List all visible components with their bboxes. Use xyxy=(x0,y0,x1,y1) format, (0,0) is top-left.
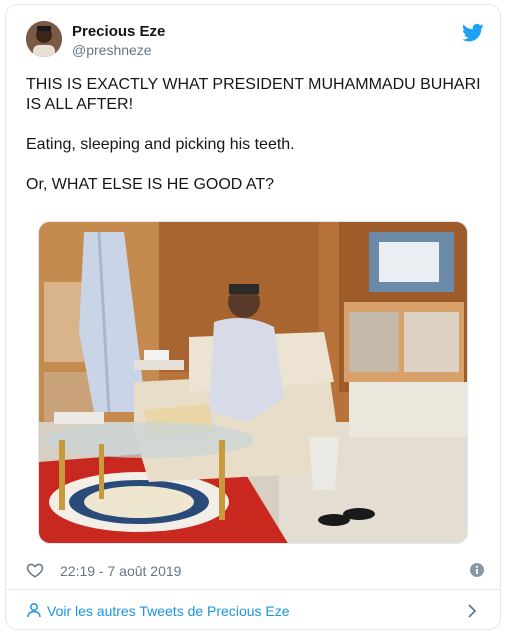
divider xyxy=(6,589,500,590)
tweet-text: THIS IS EXACTLY WHAT PRESIDENT MUHAMMADU… xyxy=(26,75,486,215)
author-name[interactable]: Precious Eze xyxy=(72,23,165,40)
tweet-meta: 22:19 - 7 août 2019 xyxy=(26,561,484,581)
tweet-card: Precious Eze @preshneze THIS IS EXACTLY … xyxy=(5,4,501,630)
tweet-photo[interactable] xyxy=(38,221,468,544)
heart-icon[interactable] xyxy=(26,561,44,579)
more-tweets-link[interactable]: Voir les autres Tweets de Precious Eze xyxy=(47,603,290,619)
author-handle[interactable]: @preshneze xyxy=(72,42,152,58)
avatar[interactable] xyxy=(26,21,62,57)
info-icon[interactable] xyxy=(470,563,484,577)
tweet-text-line: THIS IS EXACTLY WHAT PRESIDENT MUHAMMADU… xyxy=(26,76,481,113)
person-icon xyxy=(27,603,41,618)
footer[interactable]: Voir les autres Tweets de Precious Eze xyxy=(26,601,484,621)
tweet-text-line: Or, WHAT ELSE IS HE GOOD AT? xyxy=(26,176,275,193)
chevron-right-icon[interactable] xyxy=(466,603,478,619)
twitter-bird-icon[interactable] xyxy=(462,23,484,43)
tweet-header: Precious Eze @preshneze xyxy=(26,21,484,65)
tweet-timestamp[interactable]: 22:19 - 7 août 2019 xyxy=(60,563,181,579)
tweet-text-line: Eating, sleeping and picking his teeth. xyxy=(26,136,295,153)
